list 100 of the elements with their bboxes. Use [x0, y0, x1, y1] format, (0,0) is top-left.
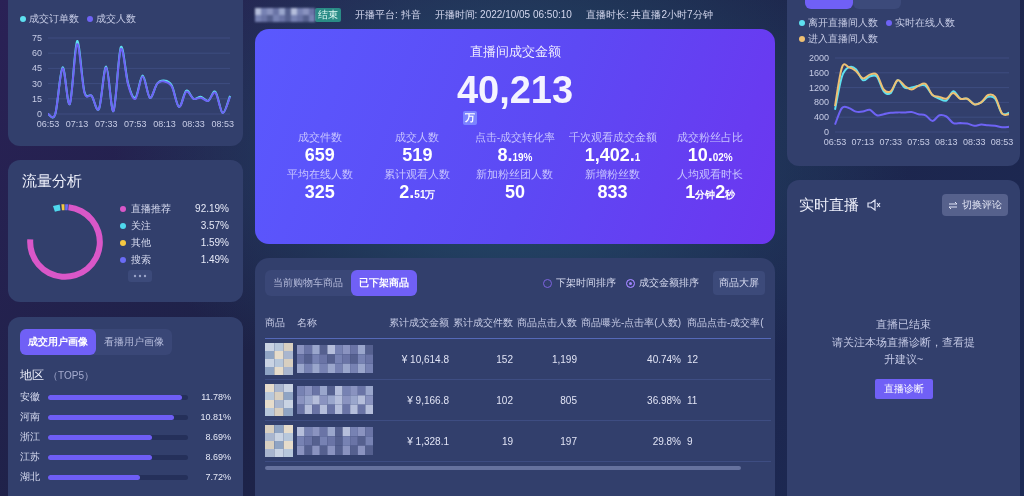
sort-radio[interactable]: 下架时间排序	[543, 276, 616, 290]
region-share: 7.72%	[205, 472, 231, 482]
legend-item: 离开直播间人数	[799, 16, 878, 30]
tab[interactable]: 看播用户画像	[96, 329, 172, 355]
status-badge: 结束	[315, 7, 341, 22]
axis-label: 08:33	[962, 137, 986, 147]
axis-label: 400	[813, 112, 829, 123]
axis-label: 08:13	[935, 137, 958, 147]
metric-value: 659	[304, 145, 335, 166]
diagnose-button[interactable]: 直播诊断	[874, 378, 933, 399]
metric-label: 成交人数	[395, 131, 440, 145]
duration-text: 直播时长: 共直播2小时7分钟	[585, 7, 713, 22]
axis-label: 08:13	[153, 119, 176, 129]
metric-value: 2.51万	[399, 182, 436, 203]
sort-radio[interactable]: 成交金额排序	[626, 276, 699, 290]
legend-label: 搜索	[131, 252, 152, 267]
table-cell: ¥ 9,166.8	[407, 394, 449, 406]
tab[interactable]: 成交用户画像	[20, 329, 96, 355]
metric-label: 成交粉丝占比	[677, 131, 744, 145]
metric-value: 325	[304, 182, 335, 203]
card-title: 实时直播	[799, 195, 859, 215]
metric-label: 点击-成交转化率	[474, 131, 556, 145]
legend-item: 实时在线人数	[886, 16, 955, 30]
table-cell: 29.8%	[652, 435, 681, 447]
table-cell: ¥ 1,328.1	[407, 435, 449, 447]
column-header: 商品	[265, 308, 297, 339]
table-cell: 1,199	[551, 353, 577, 365]
table-cell: 152	[496, 353, 513, 365]
metric-value: 50	[504, 182, 525, 203]
column-header: 商品点击-成交率(	[681, 308, 771, 339]
legend-item: 成交人数	[87, 12, 136, 26]
table-cell: 36.98%	[647, 394, 681, 406]
region-share: 10.81%	[200, 412, 231, 422]
legend-item: 成交订单数	[20, 12, 79, 26]
card-title: 直播间成交金额	[469, 43, 561, 61]
section-title: 地区	[20, 367, 44, 384]
tab[interactable]	[853, 0, 901, 9]
axis-label: 2000	[808, 53, 829, 63]
message-text: 请关注本场直播诊断，查看提升建议~	[831, 334, 976, 368]
axis-label: 0	[824, 127, 829, 137]
message-text: 直播已结束	[875, 317, 932, 332]
legend-label: 关注	[131, 218, 152, 233]
section-note: （TOP5）	[48, 369, 94, 383]
axis-label: 1600	[808, 67, 829, 78]
unit-badge: 万	[463, 111, 477, 125]
table-cell: 40.74%	[647, 353, 681, 365]
axis-label: 06:53	[823, 137, 847, 147]
legend-value: 1.49%	[200, 254, 229, 266]
axis-label: 45	[32, 63, 42, 74]
axis-label: 60	[32, 48, 42, 59]
axis-label: 75	[32, 33, 42, 43]
tab[interactable]: 当前购物车商品	[265, 270, 351, 296]
legend-value: 3.57%	[200, 220, 229, 232]
switch-button[interactable]: 切换评论	[942, 194, 1008, 216]
start-time-text: 开播时间: 2022/10/05 06:50:10	[434, 7, 572, 22]
platform-text: 开播平台: 抖音	[355, 7, 421, 22]
column-header: 累计成交件数	[449, 308, 513, 339]
tab[interactable]	[805, 0, 853, 9]
metric-label: 千次观看成交金额	[568, 131, 657, 145]
metric-label: 成交件数	[297, 131, 342, 145]
legend-value: 1.59%	[200, 237, 229, 249]
table-cell: 9	[687, 435, 693, 447]
scrollbar[interactable]	[265, 466, 741, 470]
legend-value: 92.19%	[195, 203, 229, 215]
metric-label: 累计观看人数	[384, 168, 451, 182]
region-name: 江苏	[20, 450, 41, 464]
region-name: 湖北	[20, 470, 41, 484]
table-cell: 197	[560, 435, 577, 447]
metric-label: 新增粉丝数	[585, 168, 641, 182]
region-share: 11.78%	[201, 392, 231, 402]
axis-label: 07:53	[124, 119, 147, 129]
screen-button[interactable]: 商品大屏	[713, 271, 765, 295]
region-name: 河南	[20, 410, 41, 424]
legend-label: 直播推荐	[131, 201, 172, 216]
legend-item: 进入直播间人数	[799, 32, 878, 46]
metric-value: 10.02%	[687, 145, 733, 166]
region-share: 8.69%	[205, 432, 231, 442]
card-title: 流量分析	[22, 171, 83, 191]
metric-value: 833	[597, 182, 628, 203]
axis-label: 07:13	[851, 137, 875, 147]
metric-value: 519	[402, 145, 433, 166]
axis-label: 800	[813, 97, 829, 108]
axis-label: 0	[37, 109, 42, 119]
region-name: 安徽	[20, 390, 41, 404]
table-cell: 805	[560, 394, 577, 406]
tab[interactable]: 已下架商品	[351, 270, 417, 296]
metric-value: 1,402.1	[584, 145, 641, 166]
column-header: 商品曝光-点击率(人数)	[577, 308, 681, 339]
axis-label: 07:13	[65, 119, 89, 129]
more-button[interactable]	[128, 269, 152, 282]
swap-icon	[948, 200, 958, 210]
axis-label: 15	[32, 93, 42, 104]
table-cell: 12	[687, 353, 699, 365]
more-icon	[133, 273, 147, 278]
axis-label: 07:33	[94, 119, 118, 129]
metric-label: 新加粉丝团人数	[476, 168, 554, 182]
column-header: 累计成交金额	[381, 308, 449, 339]
axis-label: 07:53	[907, 137, 930, 147]
region-name: 浙江	[20, 430, 41, 444]
axis-label: 07:33	[879, 137, 902, 147]
